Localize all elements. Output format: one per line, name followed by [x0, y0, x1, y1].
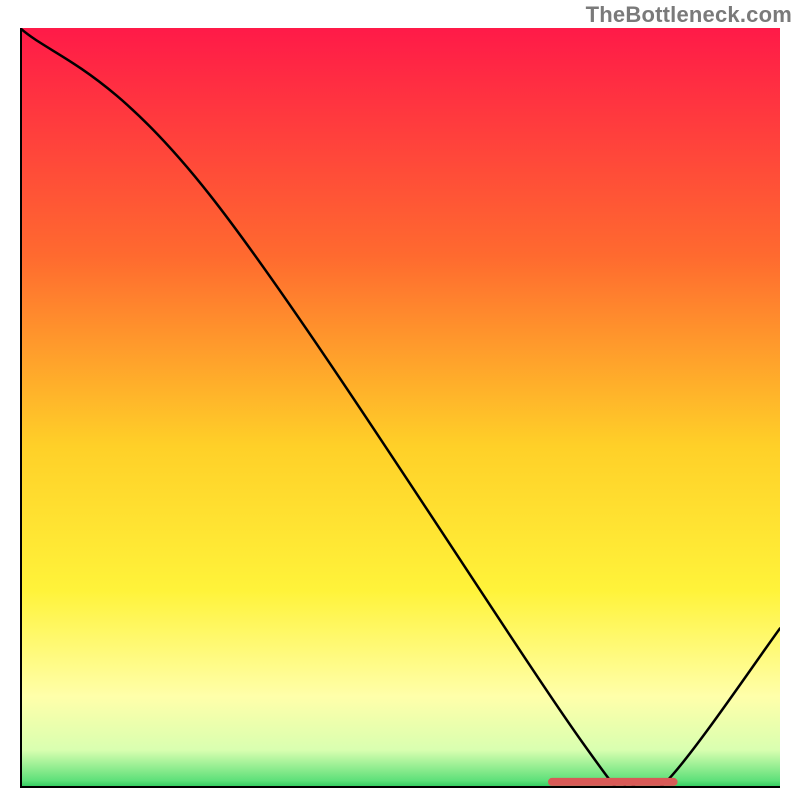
chart-container: TheBottleneck.com — [0, 0, 800, 800]
chart-svg — [20, 28, 780, 788]
attribution-label: TheBottleneck.com — [586, 2, 792, 28]
plot-area — [20, 28, 780, 788]
gradient-background — [20, 28, 780, 788]
